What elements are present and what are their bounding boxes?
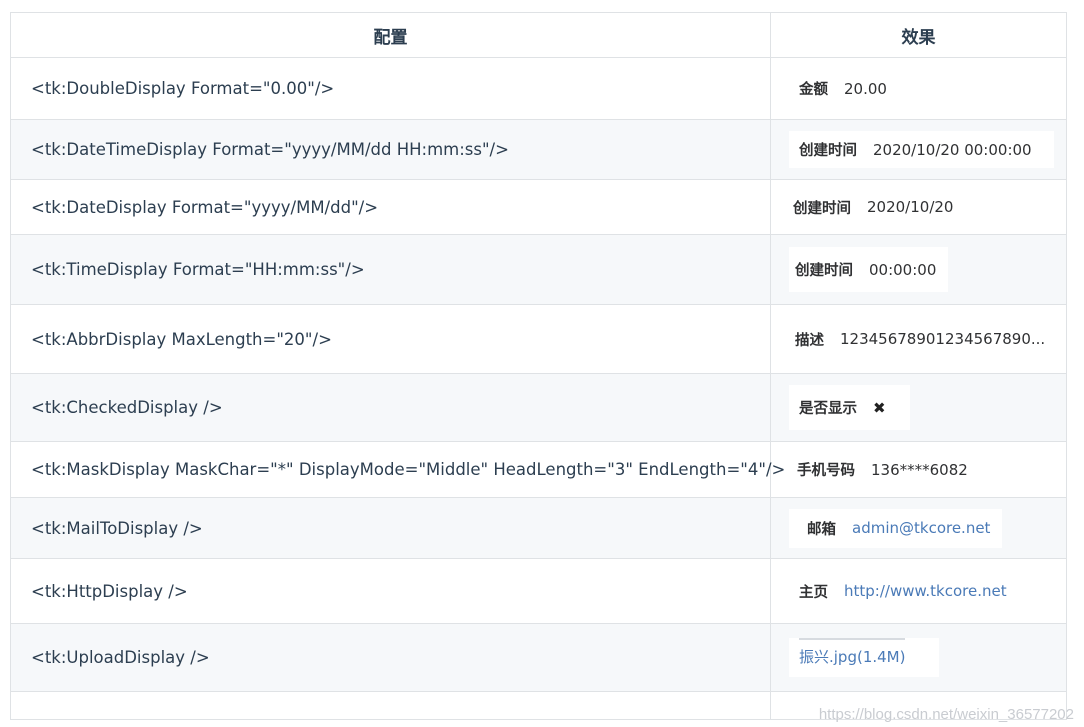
table-header-row: 配置 效果 [10,12,1067,58]
table-row: <tk:HttpDisplay /> 主页 http://www.tkcore.… [10,558,1067,624]
header-config: 配置 [10,12,771,58]
row-effect: 振兴.jpg(1.4M) [770,623,1067,692]
config-effect-table: 配置 效果 <tk:DoubleDisplay Format="0.00"/> … [10,12,1067,720]
email-link[interactable]: admin@tkcore.net [852,519,990,537]
row-code: <tk:DoubleDisplay Format="0.00"/> [10,57,771,120]
effect-display: 振兴.jpg(1.4M) [789,638,940,677]
row-effect: 创建时间 2020/10/20 00:00:00 [770,119,1067,180]
table-row: <tk:DateTimeDisplay Format="yyyy/MM/dd H… [10,119,1067,180]
effect-value: 2020/10/20 00:00:00 [873,140,1032,159]
table-row: <tk:TimeDisplay Format="HH:mm:ss"/> 创建时间… [10,234,1067,305]
table-row: <tk:DateDisplay Format="yyyy/MM/dd"/> 创建… [10,179,1067,235]
effect-label: 主页 [799,584,828,601]
row-code: <tk:MailToDisplay /> [10,497,771,559]
effect-label: 创建时间 [793,200,851,217]
row-effect: 手机号码 136****6082 [770,441,1067,498]
effect-value: 20.00 [844,79,887,98]
effect-value: 136****6082 [871,460,968,479]
effect-label: 创建时间 [799,143,857,159]
effect-display: 主页 http://www.tkcore.net [789,574,1019,608]
effect-display: 邮箱 admin@tkcore.net [789,508,1003,548]
effect-display: 创建时间 2020/10/20 [789,190,966,224]
effect-display: 金额 20.00 [789,72,899,105]
effect-label: 描述 [795,332,824,349]
effect-display: 手机号码 136****6082 [789,453,980,486]
row-effect: 邮箱 admin@tkcore.net [770,497,1067,559]
table-row: <tk:MailToDisplay /> 邮箱 admin@tkcore.net [10,497,1067,559]
effect-value: 2020/10/20 [867,198,954,216]
table-row: <tk:DoubleDisplay Format="0.00"/> 金额 20.… [10,57,1067,120]
close-icon: ✖ [873,398,886,417]
row-code: <tk:AbbrDisplay MaxLength="20"/> [10,304,771,374]
table-row: <tk:AbbrDisplay MaxLength="20"/> 描述 1234… [10,304,1067,374]
row-code: <tk:MaskDisplay MaskChar="*" DisplayMode… [10,441,785,498]
effect-value: 00:00:00 [869,260,937,279]
row-code: <tk:DateTimeDisplay Format="yyyy/MM/dd H… [10,119,771,180]
row-effect: 金额 20.00 [770,57,1067,120]
effect-display: 描述 12345678901234567890... [789,322,1052,356]
row-code [10,691,771,720]
effect-label: 是否显示 [799,401,857,417]
effect-display: 创建时间 2020/10/20 00:00:00 [789,131,1054,168]
row-code: <tk:HttpDisplay /> [10,558,771,624]
file-link[interactable]: 振兴.jpg(1.4M) [799,638,906,667]
row-code: <tk:DateDisplay Format="yyyy/MM/dd"/> [10,179,771,235]
effect-label: 金额 [799,82,828,98]
row-effect: 主页 http://www.tkcore.net [770,558,1067,624]
row-code: <tk:TimeDisplay Format="HH:mm:ss"/> [10,234,771,305]
header-effect: 效果 [770,12,1067,58]
effect-label: 创建时间 [795,263,853,279]
row-effect: 创建时间 00:00:00 [770,234,1067,305]
table-row: <tk:MaskDisplay MaskChar="*" DisplayMode… [10,441,1067,498]
homepage-link[interactable]: http://www.tkcore.net [844,582,1007,600]
row-code: <tk:CheckedDisplay /> [10,373,771,442]
effect-display: 是否显示 ✖ [789,385,910,430]
row-effect: 创建时间 2020/10/20 [770,179,1067,235]
effect-display: 创建时间 00:00:00 [789,247,949,292]
table-row: <tk:CheckedDisplay /> 是否显示 ✖ [10,373,1067,442]
row-effect: 是否显示 ✖ [770,373,1067,442]
effect-value: 12345678901234567890... [840,330,1046,348]
row-effect: 描述 12345678901234567890... [770,304,1067,374]
watermark: https://blog.csdn.net/weixin_36577202 [818,706,1074,723]
row-code: <tk:UploadDisplay /> [10,623,771,692]
table-row: <tk:UploadDisplay /> 振兴.jpg(1.4M) [10,623,1067,692]
effect-label: 邮箱 [807,521,836,538]
effect-label: 手机号码 [797,463,855,479]
